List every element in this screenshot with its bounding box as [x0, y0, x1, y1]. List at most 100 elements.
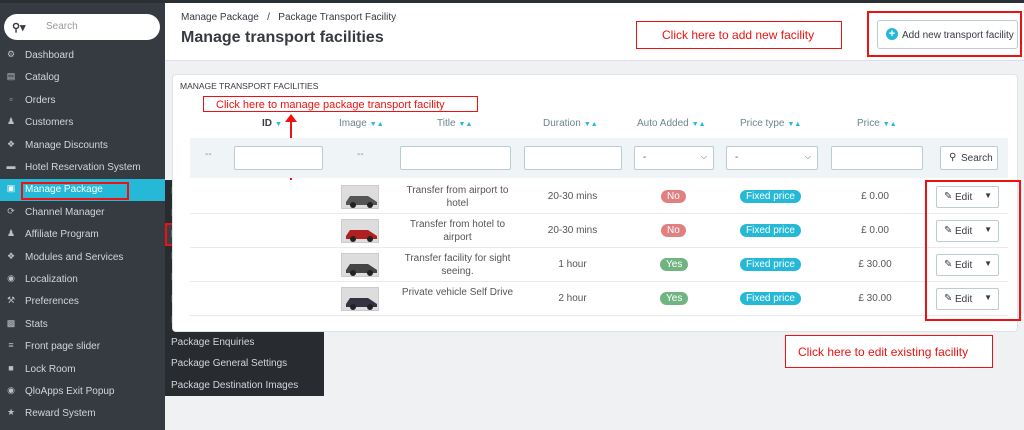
wrench-icon: ⚒: [6, 295, 16, 306]
auto-added-badge: Yes: [660, 292, 689, 305]
sidebar-item-reward-system[interactable]: ★ Reward System: [0, 403, 165, 425]
annotation-arrow-head: [285, 114, 297, 122]
sort-icon[interactable]: ▼: [275, 121, 282, 128]
edit-facility-annotation: Click here to edit existing facility: [785, 335, 993, 368]
edit-button[interactable]: ✎ Edit ▼: [936, 186, 999, 208]
sidebar-item-manage-discounts[interactable]: ❖ Manage Discounts: [0, 135, 165, 157]
filter-title-input[interactable]: [400, 146, 511, 170]
sidebar-item-label: Stats: [25, 318, 48, 330]
edit-label: Edit: [955, 294, 973, 305]
column-header-id[interactable]: ID ▼: [262, 118, 282, 129]
column-label: Price type: [740, 118, 785, 129]
column-header-auto-added[interactable]: Auto Added ▼▲: [637, 118, 706, 129]
search-button-label: Search: [961, 153, 993, 164]
filter-placeholder: --: [205, 149, 212, 160]
column-label: Duration: [543, 118, 581, 129]
sidebar-item-hotel-reservation-system[interactable]: ▬ Hotel Reservation System: [0, 157, 165, 179]
sidebar-item-qloapps-exit-popup[interactable]: ◉ QloApps Exit Popup: [0, 381, 165, 403]
manage-package-highlight: [21, 182, 129, 200]
globe-icon: ◉: [7, 273, 15, 283]
breadcrumb[interactable]: Manage Package / Package Transport Facil…: [181, 12, 396, 23]
filter-price-type-select[interactable]: - ⌵: [726, 146, 818, 170]
filter-auto-added-select[interactable]: - ⌵: [634, 146, 714, 170]
filter-placeholder: --: [357, 149, 364, 160]
submenu-item-label: Package Destination Images: [171, 379, 299, 391]
sidebar-item-orders[interactable]: ▫ Orders: [0, 90, 165, 112]
vehicle-thumbnail: [341, 219, 379, 243]
price-type-badge: Fixed price: [740, 190, 801, 203]
pencil-icon: ✎: [944, 293, 953, 304]
edit-button[interactable]: ✎ Edit ▼: [936, 288, 999, 310]
sidebar-search[interactable]: ⚲▾ Search: [4, 14, 160, 40]
auto-added-badge: Yes: [660, 258, 689, 271]
bed-icon: ▬: [6, 161, 16, 171]
row-duration: 1 hour: [558, 259, 587, 270]
sidebar-item-localization[interactable]: ◉ Localization: [0, 269, 165, 291]
filter-id-input[interactable]: [234, 146, 323, 170]
vehicle-thumbnail: [341, 287, 379, 311]
submenu-item-package-destination-images[interactable]: Package Destination Images: [165, 375, 324, 396]
filter-search-button[interactable]: ⚲ Search: [940, 146, 998, 170]
row-price: £ 30.00: [858, 259, 892, 270]
channel-icon: ⟳: [7, 205, 15, 216]
row-duration: 20-30 mins: [547, 225, 598, 236]
price-type-badge: Fixed price: [740, 224, 801, 237]
edit-button[interactable]: ✎ Edit ▼: [936, 220, 999, 242]
sort-icon[interactable]: ▼▲: [584, 121, 598, 128]
sidebar-item-stats[interactable]: ▩ Stats: [0, 314, 165, 336]
column-header-title[interactable]: Title ▼▲: [437, 118, 472, 129]
submenu-item-package-enquiries[interactable]: Package Enquiries: [165, 332, 324, 353]
discount-icon: ❖: [6, 138, 16, 149]
row-title: Transfer from hotel to airport: [409, 219, 506, 243]
sidebar-item-lock-room[interactable]: ■ Lock Room: [0, 359, 165, 381]
chevron-down-icon: ⌵: [700, 152, 707, 161]
column-header-image[interactable]: Image ▼▲: [339, 118, 384, 129]
column-header-price-type[interactable]: Price type ▼▲: [740, 118, 801, 129]
page-title: Manage transport facilities: [181, 29, 384, 46]
column-header-duration[interactable]: Duration ▼▲: [543, 118, 598, 129]
edit-button[interactable]: ✎ Edit ▼: [936, 254, 999, 276]
column-label: Title: [437, 118, 456, 129]
caret-down-icon[interactable]: ▼: [984, 191, 992, 200]
sort-icon[interactable]: ▼▲: [883, 121, 897, 128]
auto-added-badge: No: [661, 190, 686, 203]
caret-down-icon[interactable]: ▼: [984, 293, 992, 302]
row-price: £ 0.00: [861, 225, 889, 236]
sidebar-item-dashboard[interactable]: ⚙ Dashboard: [0, 45, 165, 67]
column-label: ID: [262, 118, 272, 129]
column-header-price[interactable]: Price ▼▲: [857, 118, 897, 129]
search-icon[interactable]: ⚲▾: [12, 21, 26, 34]
filter-duration-input[interactable]: [524, 146, 622, 170]
sidebar-item-catalog[interactable]: ▤ Catalog: [0, 67, 165, 89]
stats-icon: ▩: [6, 317, 16, 328]
sidebar-item-affiliate-program[interactable]: ♟ Affiliate Program: [0, 224, 165, 246]
sidebar-item-channel-manager[interactable]: ⟳ Channel Manager: [0, 202, 165, 224]
edit-label: Edit: [955, 260, 973, 271]
sidebar-item-preferences[interactable]: ⚒ Preferences: [0, 291, 165, 313]
sidebar-item-customers[interactable]: ♟ Customers: [0, 112, 165, 134]
sort-icon[interactable]: ▼▲: [459, 121, 473, 128]
popup-icon: ◉: [7, 385, 15, 395]
caret-down-icon[interactable]: ▼: [984, 225, 992, 234]
sort-icon[interactable]: ▼▲: [787, 121, 801, 128]
submenu-item-package-general-settings[interactable]: Package General Settings: [165, 353, 324, 374]
puzzle-icon: ❖: [6, 250, 16, 261]
price-type-badge: Fixed price: [740, 258, 801, 271]
add-button-highlight: [867, 11, 1022, 57]
row-price: £ 0.00: [861, 191, 889, 202]
caret-down-icon[interactable]: ▼: [984, 259, 992, 268]
sort-icon[interactable]: ▼▲: [370, 121, 384, 128]
vehicle-thumbnail: [341, 253, 379, 277]
chevron-down-icon: ⌵: [804, 152, 811, 161]
sort-icon[interactable]: ▼▲: [692, 121, 706, 128]
customers-icon: ♟: [6, 116, 16, 127]
select-value: -: [643, 152, 647, 163]
sidebar-item-front-page-slider[interactable]: ≡ Front page slider: [0, 336, 165, 358]
sidebar-item-modules-and-services[interactable]: ❖ Modules and Services: [0, 247, 165, 269]
sidebar-item-label: Lock Room: [25, 363, 76, 375]
sidebar-item-label: Preferences: [25, 296, 79, 308]
catalog-icon: ▤: [6, 71, 16, 82]
magnifier-icon: ⚲: [949, 152, 957, 163]
filter-price-input[interactable]: [831, 146, 923, 170]
submenu-item-label: Package Enquiries: [171, 336, 255, 348]
